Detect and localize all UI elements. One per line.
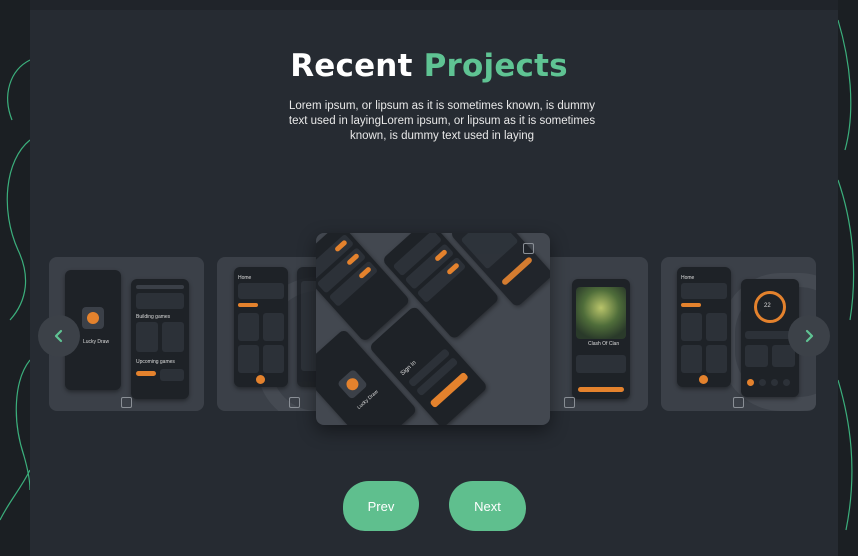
prev-button[interactable]: Prev [343,481,419,531]
next-button[interactable]: Next [449,481,526,531]
card-brand-icon [564,397,575,408]
phone-game-detail: Clash Of Clan [572,279,630,399]
upcoming-label: Upcoming games [136,359,175,365]
chevron-right-icon [805,329,814,343]
card-brand-icon [523,243,534,254]
tilted-screens: Lucky Draw Sign In [316,233,550,425]
game-title: Clash Of Clan [588,341,620,347]
project-card-featured[interactable]: Lucky Draw Sign In [316,233,550,425]
section-label: Building games [136,314,171,320]
phone-home-screen: Home [234,267,288,387]
phone-home: Building games Upcoming games [131,279,189,399]
card-brand-icon [121,397,132,408]
card-brand-icon [733,397,744,408]
title-accent: Projects [423,48,568,84]
app-logo-icon [82,307,104,329]
app-logo-icon [336,368,368,400]
section-description: Lorem ipsum, or lipsum as it is sometime… [288,100,596,142]
page-title: Recent Projects [0,48,858,84]
title-main: Recent [290,48,413,84]
app-name: Lucky Draw [82,339,110,345]
top-bar [30,0,838,10]
chevron-left-icon [54,329,63,343]
carousel-prev-arrow[interactable] [38,315,80,357]
game-art-image [576,287,626,339]
screen-label: Home [238,275,252,281]
screen-label: Home [681,275,695,281]
phone-home-screen: Home [677,267,731,387]
carousel-next-arrow[interactable] [788,315,830,357]
card-brand-icon [289,397,300,408]
gauge-value: 22 [764,303,771,309]
